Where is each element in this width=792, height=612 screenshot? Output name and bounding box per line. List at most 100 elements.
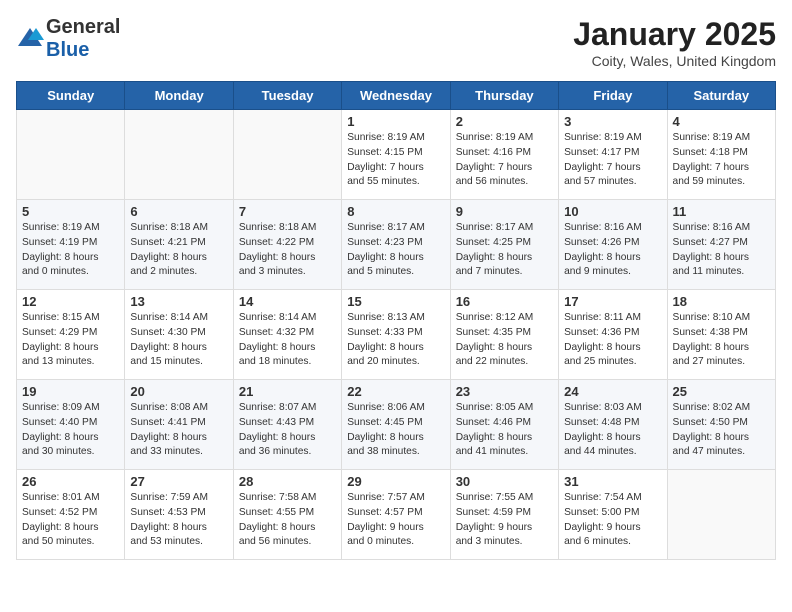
calendar-cell: 31 Sunrise: 7:54 AM Sunset: 5:00 PM Dayli… <box>559 470 667 560</box>
day-info: Sunrise: 8:15 AM Sunset: 4:29 PM Dayligh… <box>22 311 119 370</box>
day-number: 15 <box>347 294 444 309</box>
calendar-cell: 27 Sunrise: 7:59 AM Sunset: 4:53 PM Dayli… <box>125 470 233 560</box>
calendar-cell: 13 Sunrise: 8:14 AM Sunset: 4:30 PM Dayli… <box>125 290 233 380</box>
day-info: Sunrise: 7:55 AM Sunset: 4:59 PM Dayligh… <box>456 491 553 550</box>
calendar-cell <box>17 110 125 200</box>
day-info: Sunrise: 8:14 AM Sunset: 4:30 PM Dayligh… <box>130 311 227 370</box>
logo-blue-text: Blue <box>46 39 89 61</box>
calendar-cell: 1 Sunrise: 8:19 AM Sunset: 4:15 PM Daylig… <box>342 110 450 200</box>
weekday-header-tuesday: Tuesday <box>233 82 341 110</box>
day-number: 4 <box>673 114 770 129</box>
calendar-cell: 25 Sunrise: 8:02 AM Sunset: 4:50 PM Dayli… <box>667 380 775 470</box>
calendar-week-5: 26Sunrise: 8:01 AM Sunset: 4:52 PM Dayli… <box>17 470 776 560</box>
calendar-cell: 14Sunrise: 8:14 AM Sunset: 4:32 PM Dayli… <box>233 290 341 380</box>
title-block: January 2025 Coity, Wales, United Kingdo… <box>573 16 776 69</box>
day-info: Sunrise: 8:03 AM Sunset: 4:48 PM Dayligh… <box>564 401 661 460</box>
day-info: Sunrise: 8:19 AM Sunset: 4:15 PM Dayligh… <box>347 131 444 190</box>
day-number: 19 <box>22 384 119 399</box>
day-number: 13 <box>130 294 227 309</box>
day-info: Sunrise: 8:17 AM Sunset: 4:23 PM Dayligh… <box>347 221 444 280</box>
day-info: Sunrise: 7:57 AM Sunset: 4:57 PM Dayligh… <box>347 491 444 550</box>
day-number: 6 <box>130 204 227 219</box>
logo: General Blue <box>16 16 120 62</box>
calendar-cell: 4 Sunrise: 8:19 AM Sunset: 4:18 PM Daylig… <box>667 110 775 200</box>
day-number: 27 <box>130 474 227 489</box>
day-info: Sunrise: 8:17 AM Sunset: 4:25 PM Dayligh… <box>456 221 553 280</box>
weekday-header-saturday: Saturday <box>667 82 775 110</box>
weekday-header-friday: Friday <box>559 82 667 110</box>
page-header: General Blue January 2025 Coity, Wales, … <box>16 16 776 69</box>
day-info: Sunrise: 8:07 AM Sunset: 4:43 PM Dayligh… <box>239 401 336 460</box>
day-number: 18 <box>673 294 770 309</box>
day-info: Sunrise: 8:19 AM Sunset: 4:18 PM Dayligh… <box>673 131 770 190</box>
day-number: 26 <box>22 474 119 489</box>
day-number: 7 <box>239 204 336 219</box>
day-number: 29 <box>347 474 444 489</box>
day-info: Sunrise: 8:02 AM Sunset: 4:50 PM Dayligh… <box>673 401 770 460</box>
weekday-header-row: SundayMondayTuesdayWednesdayThursdayFrid… <box>17 82 776 110</box>
day-number: 12 <box>22 294 119 309</box>
day-number: 21 <box>239 384 336 399</box>
day-number: 25 <box>673 384 770 399</box>
calendar-cell: 24 Sunrise: 8:03 AM Sunset: 4:48 PM Dayli… <box>559 380 667 470</box>
calendar-table: SundayMondayTuesdayWednesdayThursdayFrid… <box>16 81 776 560</box>
calendar-cell <box>233 110 341 200</box>
calendar-cell: 18 Sunrise: 8:10 AM Sunset: 4:38 PM Dayli… <box>667 290 775 380</box>
calendar-cell: 22 Sunrise: 8:06 AM Sunset: 4:45 PM Dayli… <box>342 380 450 470</box>
day-number: 5 <box>22 204 119 219</box>
weekday-header-wednesday: Wednesday <box>342 82 450 110</box>
calendar-cell: 6 Sunrise: 8:18 AM Sunset: 4:21 PM Daylig… <box>125 200 233 290</box>
day-info: Sunrise: 7:59 AM Sunset: 4:53 PM Dayligh… <box>130 491 227 550</box>
day-number: 10 <box>564 204 661 219</box>
calendar-cell: 26Sunrise: 8:01 AM Sunset: 4:52 PM Dayli… <box>17 470 125 560</box>
calendar-cell: 23Sunrise: 8:05 AM Sunset: 4:46 PM Dayli… <box>450 380 558 470</box>
day-info: Sunrise: 8:11 AM Sunset: 4:36 PM Dayligh… <box>564 311 661 370</box>
day-info: Sunrise: 8:19 AM Sunset: 4:17 PM Dayligh… <box>564 131 661 190</box>
calendar-cell: 28 Sunrise: 7:58 AM Sunset: 4:55 PM Dayli… <box>233 470 341 560</box>
calendar-cell: 17Sunrise: 8:11 AM Sunset: 4:36 PM Dayli… <box>559 290 667 380</box>
day-number: 8 <box>347 204 444 219</box>
calendar-cell: 3 Sunrise: 8:19 AM Sunset: 4:17 PM Daylig… <box>559 110 667 200</box>
day-info: Sunrise: 8:19 AM Sunset: 4:16 PM Dayligh… <box>456 131 553 190</box>
day-info: Sunrise: 8:13 AM Sunset: 4:33 PM Dayligh… <box>347 311 444 370</box>
day-info: Sunrise: 8:16 AM Sunset: 4:26 PM Dayligh… <box>564 221 661 280</box>
calendar-cell: 10 Sunrise: 8:16 AM Sunset: 4:26 PM Dayli… <box>559 200 667 290</box>
logo-general-text: General <box>46 16 120 39</box>
day-number: 1 <box>347 114 444 129</box>
day-number: 28 <box>239 474 336 489</box>
day-info: Sunrise: 8:18 AM Sunset: 4:21 PM Dayligh… <box>130 221 227 280</box>
day-number: 23 <box>456 384 553 399</box>
day-number: 11 <box>673 204 770 219</box>
day-info: Sunrise: 8:10 AM Sunset: 4:38 PM Dayligh… <box>673 311 770 370</box>
calendar-cell: 9Sunrise: 8:17 AM Sunset: 4:25 PM Daylig… <box>450 200 558 290</box>
calendar-cell: 20Sunrise: 8:08 AM Sunset: 4:41 PM Dayli… <box>125 380 233 470</box>
day-info: Sunrise: 7:54 AM Sunset: 5:00 PM Dayligh… <box>564 491 661 550</box>
day-info: Sunrise: 8:14 AM Sunset: 4:32 PM Dayligh… <box>239 311 336 370</box>
calendar-title: January 2025 <box>573 16 776 53</box>
calendar-cell <box>125 110 233 200</box>
calendar-cell: 15 Sunrise: 8:13 AM Sunset: 4:33 PM Dayli… <box>342 290 450 380</box>
day-info: Sunrise: 8:16 AM Sunset: 4:27 PM Dayligh… <box>673 221 770 280</box>
calendar-cell: 12 Sunrise: 8:15 AM Sunset: 4:29 PM Dayli… <box>17 290 125 380</box>
day-info: Sunrise: 8:12 AM Sunset: 4:35 PM Dayligh… <box>456 311 553 370</box>
day-number: 22 <box>347 384 444 399</box>
day-number: 24 <box>564 384 661 399</box>
day-info: Sunrise: 8:08 AM Sunset: 4:41 PM Dayligh… <box>130 401 227 460</box>
day-number: 16 <box>456 294 553 309</box>
day-info: Sunrise: 8:06 AM Sunset: 4:45 PM Dayligh… <box>347 401 444 460</box>
calendar-subtitle: Coity, Wales, United Kingdom <box>573 53 776 69</box>
day-number: 3 <box>564 114 661 129</box>
calendar-week-2: 5 Sunrise: 8:19 AM Sunset: 4:19 PM Daylig… <box>17 200 776 290</box>
day-info: Sunrise: 8:19 AM Sunset: 4:19 PM Dayligh… <box>22 221 119 280</box>
day-number: 30 <box>456 474 553 489</box>
calendar-cell: 29 Sunrise: 7:57 AM Sunset: 4:57 PM Dayli… <box>342 470 450 560</box>
weekday-header-monday: Monday <box>125 82 233 110</box>
day-info: Sunrise: 8:09 AM Sunset: 4:40 PM Dayligh… <box>22 401 119 460</box>
logo-icon <box>16 26 44 48</box>
calendar-cell: 21 Sunrise: 8:07 AM Sunset: 4:43 PM Dayli… <box>233 380 341 470</box>
calendar-cell <box>667 470 775 560</box>
day-info: Sunrise: 7:58 AM Sunset: 4:55 PM Dayligh… <box>239 491 336 550</box>
calendar-cell: 11 Sunrise: 8:16 AM Sunset: 4:27 PM Dayli… <box>667 200 775 290</box>
day-number: 31 <box>564 474 661 489</box>
calendar-cell: 30 Sunrise: 7:55 AM Sunset: 4:59 PM Dayli… <box>450 470 558 560</box>
